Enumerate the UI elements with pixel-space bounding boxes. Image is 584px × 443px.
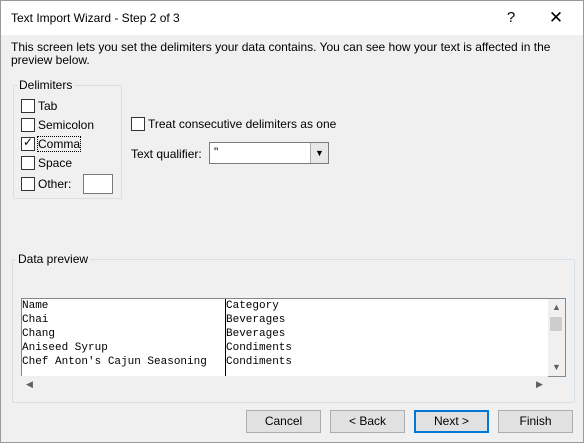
semicolon-checkbox[interactable]	[21, 118, 35, 132]
text-import-wizard-dialog: Text Import Wizard - Step 2 of 3 ? ✕ Thi…	[0, 0, 584, 443]
preview-column-2[interactable]: Category Beverages Beverages Condiments …	[226, 299, 292, 369]
preview-cell: Name	[22, 300, 49, 312]
help-button[interactable]: ?	[496, 7, 526, 29]
scrollbar-thumb[interactable]	[550, 317, 562, 331]
preview-cell: Aniseed Syrup	[22, 342, 108, 354]
preview-cell: Condiments	[226, 342, 293, 354]
scroll-left-icon[interactable]: ◀	[21, 376, 38, 393]
text-qualifier-label: Text qualifier:	[131, 147, 202, 161]
preview-cell: Chef Anton's Cajun Seasoning	[22, 356, 207, 368]
data-preview-group-label: Data preview	[16, 252, 91, 266]
text-qualifier-select[interactable]: " ▼	[209, 142, 329, 164]
other-delimiter-input[interactable]	[83, 174, 113, 194]
chevron-down-icon[interactable]: ▼	[310, 143, 328, 163]
checkmark-icon: ✓	[23, 135, 34, 149]
consecutive-delimiters-checkbox[interactable]	[131, 117, 145, 131]
window-title: Text Import Wizard - Step 2 of 3	[11, 11, 180, 25]
space-label[interactable]: Space	[38, 156, 72, 170]
horizontal-scrollbar[interactable]: ◀ ▶	[21, 376, 548, 393]
other-label[interactable]: Other:	[38, 177, 71, 191]
title-bar: Text Import Wizard - Step 2 of 3 ? ✕	[1, 1, 583, 35]
tab-label[interactable]: Tab	[38, 99, 57, 113]
finish-button[interactable]: Finish	[498, 410, 573, 433]
preview-column-1[interactable]: Name Chai Chang Aniseed Syrup Chef Anton…	[22, 299, 207, 369]
preview-cell: Chang	[22, 328, 56, 340]
preview-cell: Beverages	[226, 328, 286, 340]
comma-label[interactable]: Comma	[36, 136, 82, 152]
scroll-down-icon[interactable]: ▼	[548, 359, 565, 376]
preview-cell: Chai	[22, 314, 49, 326]
vertical-scrollbar[interactable]: ▲ ▼	[548, 299, 565, 376]
close-icon[interactable]: ✕	[539, 7, 573, 29]
data-preview-pane[interactable]: Name Chai Chang Aniseed Syrup Chef Anton…	[21, 298, 566, 377]
preview-cell: Category	[226, 300, 279, 312]
text-qualifier-value: "	[214, 145, 219, 159]
step-description: This screen lets you set the delimiters …	[11, 40, 551, 67]
tab-checkbox[interactable]	[21, 99, 35, 113]
preview-cell: Condiments	[226, 356, 293, 368]
delimiters-group-label: Delimiters	[17, 78, 75, 92]
back-button[interactable]: < Back	[330, 410, 405, 433]
consecutive-delimiters-label[interactable]: Treat consecutive delimiters as one	[148, 117, 336, 131]
space-checkbox[interactable]	[21, 156, 35, 170]
comma-checkbox[interactable]: ✓	[21, 135, 35, 151]
cancel-button[interactable]: Cancel	[246, 410, 321, 433]
next-button[interactable]: Next >	[414, 410, 489, 433]
other-checkbox[interactable]	[21, 177, 35, 191]
scroll-right-icon[interactable]: ▶	[531, 376, 548, 393]
scroll-up-icon[interactable]: ▲	[548, 299, 565, 316]
preview-cell: Beverages	[226, 314, 286, 326]
semicolon-label[interactable]: Semicolon	[38, 118, 94, 132]
